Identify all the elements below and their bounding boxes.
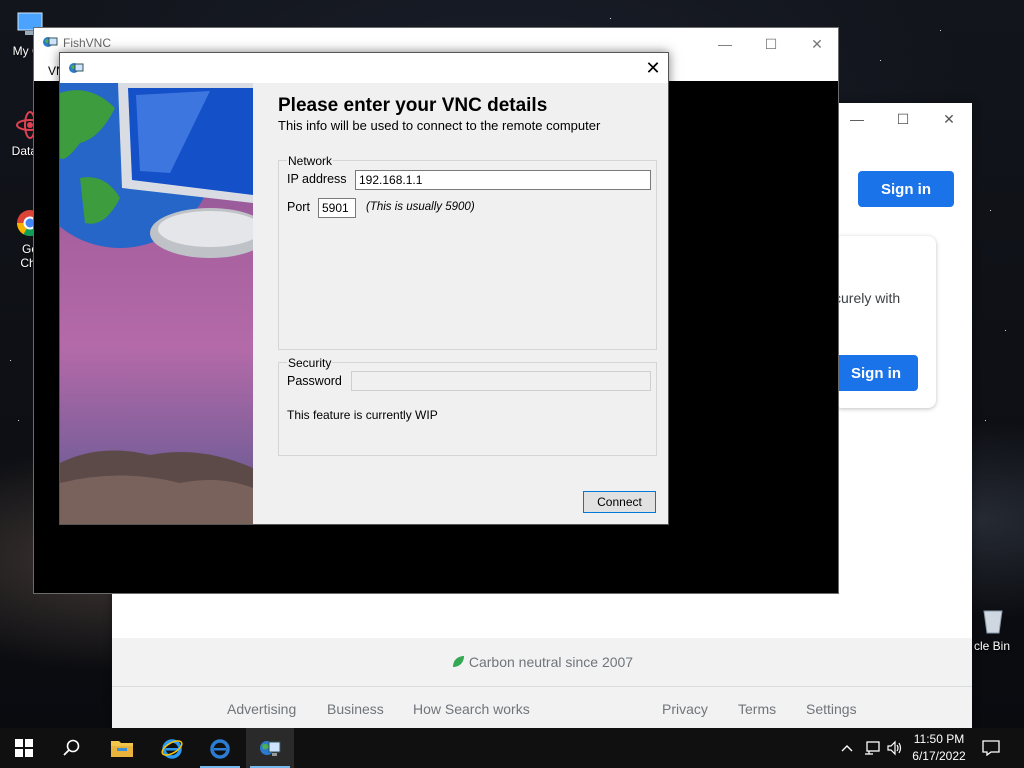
minimize-button[interactable]: — [834,103,880,135]
star [990,210,991,211]
globe-monitor-illustration [60,83,253,524]
star [1005,330,1006,331]
dialog-app-icon [68,60,84,79]
fishvnc-maximize-button[interactable]: ☐ [748,28,794,60]
dialog-heading: Please enter your VNC details [278,95,548,116]
close-icon: ✕ [645,57,661,78]
maximize-button[interactable]: ☐ [880,103,926,135]
vnc-details-dialog: ✕ Please enter your VNC details This inf… [59,52,669,525]
close-button[interactable]: ✕ [926,103,972,135]
star [10,360,11,361]
ip-address-label: IP address [287,172,347,186]
tray-volume[interactable] [884,728,906,768]
port-label: Port [287,200,310,214]
volume-icon [887,740,902,756]
password-label: Password [287,374,342,388]
edge-icon [210,739,230,759]
taskbar-file-explorer[interactable] [98,728,146,768]
footer-link-advertising[interactable]: Advertising [227,701,296,717]
chevron-up-icon [841,745,853,752]
dialog-subheading: This info will be used to connect to the… [278,118,601,133]
fishvnc-close-button[interactable]: ✕ [794,28,840,60]
search-icon [63,739,80,756]
action-center-button[interactable] [976,728,1006,768]
taskbar-fishvnc[interactable] [246,728,294,768]
fishvnc-app-icon [42,34,58,53]
port-input[interactable] [318,198,356,218]
port-hint: (This is usually 5900) [366,201,475,213]
tray-chevron-button[interactable] [836,728,858,768]
wip-note: This feature is currently WIP [287,408,438,422]
carbon-text: Carbon neutral since 2007 [468,654,634,670]
close-icon: ✕ [943,110,955,127]
security-legend: Security [287,356,333,370]
taskbar: 11:50 PM 6/17/2022 [0,728,1024,768]
notification-icon [982,740,1000,756]
minimize-icon: — [718,36,732,52]
network-legend: Network [287,154,334,168]
connect-button[interactable]: Connect [583,491,656,513]
star [985,420,986,421]
tray-network[interactable] [860,728,884,768]
card-text: curely with [834,290,901,306]
footer-link-business[interactable]: Business [327,701,384,717]
windows-logo-icon [15,739,33,757]
leaf-icon [452,656,464,667]
star [610,18,611,19]
fishvnc-minimize-button[interactable]: — [702,28,748,60]
ip-address-input[interactable] [355,170,651,190]
maximize-icon: ☐ [896,110,910,127]
network-icon [865,741,880,755]
taskbar-internet-explorer[interactable] [148,728,196,768]
tray-clock[interactable]: 11:50 PM 6/17/2022 [904,731,974,765]
minimize-icon: — [850,111,864,127]
folder-icon [111,741,133,757]
clock-date: 6/17/2022 [912,749,966,763]
password-input[interactable] [351,371,651,391]
fishvnc-title: FishVNC [63,36,112,50]
internet-explorer-icon [161,739,183,759]
maximize-icon: ☐ [764,35,778,52]
fishvnc-icon [260,741,281,756]
star [940,30,941,31]
footer-link-how-search-works[interactable]: How Search works [413,701,530,717]
star [880,60,881,61]
footer-link-privacy[interactable]: Privacy [662,701,708,717]
clock-time: 11:50 PM [913,732,965,746]
search-button[interactable] [48,728,96,768]
dialog-close-button[interactable]: ✕ [638,53,668,83]
dialog-titlebar: ✕ [60,53,668,83]
recycle-bin-icon [977,605,1007,635]
side-illustration [60,83,253,524]
carbon-footer: Carbon neutral since 2007 [112,638,972,686]
sign-in-button[interactable]: Sign in [858,171,954,207]
start-button[interactable] [0,728,48,768]
card-sign-in-button[interactable]: Sign in [834,355,918,391]
taskbar-edge[interactable] [196,728,244,768]
footer-link-terms[interactable]: Terms [738,701,776,717]
star [18,420,19,421]
footer-link-settings[interactable]: Settings [806,701,857,717]
footer-links: Advertising Business How Search works Pr… [112,686,972,729]
close-icon: ✕ [811,35,823,52]
